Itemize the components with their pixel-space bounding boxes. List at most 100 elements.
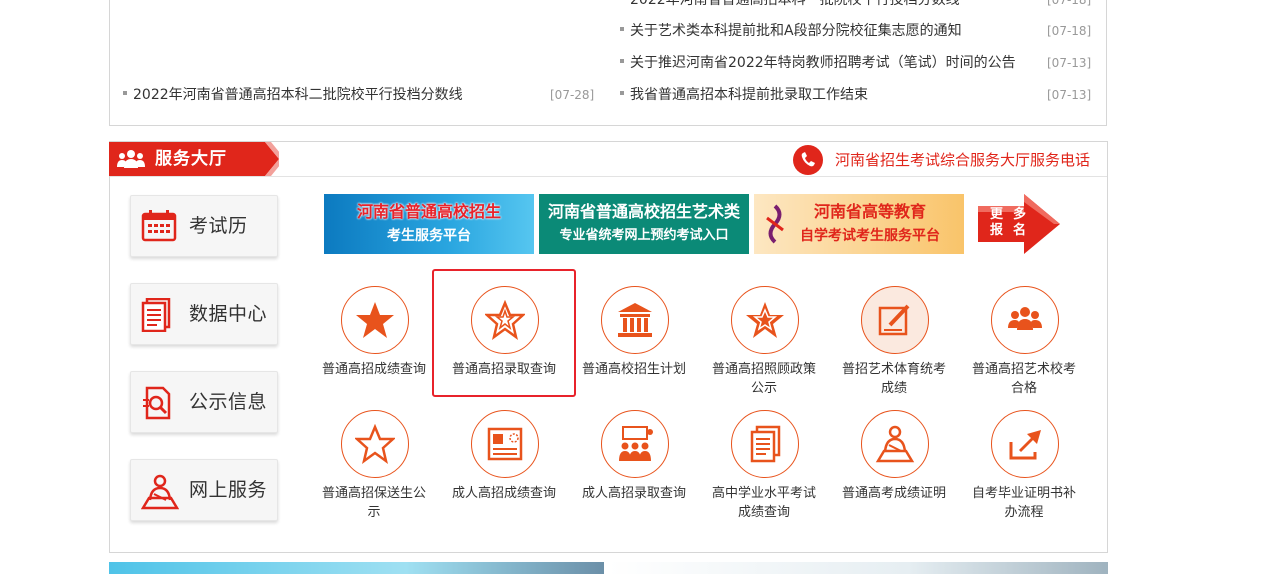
building-icon — [618, 303, 652, 337]
service-icon-circle — [861, 286, 929, 354]
service-person-icon — [141, 474, 179, 510]
bottom-banner-left[interactable] — [109, 562, 604, 574]
news-link[interactable]: 2022年河南省普通高招本科二批院校平行投档分数线 — [123, 85, 463, 105]
banner-subtitle: 自学考试考生服务平台 — [800, 228, 940, 244]
news-title: 2022年河南省普通高招本科一批院校平行投档分数线 — [630, 0, 960, 8]
side-menu-label: 公示信息 — [189, 391, 268, 413]
service-person-icon — [875, 425, 915, 463]
news-link[interactable]: 2022年河南省普通高招本科一批院校平行投档分数线 — [620, 0, 960, 10]
service-art-school-pass[interactable]: 普通高招艺术校考合格 — [966, 286, 1086, 402]
service-recommended-students[interactable]: 普通高招保送生公示 — [316, 410, 436, 526]
service-label: 高中学业水平考试成绩查询 — [711, 486, 816, 520]
side-menu-public-info[interactable]: 公示信息 — [130, 371, 278, 433]
service-icon-circle — [601, 286, 669, 354]
search-document-icon — [143, 386, 171, 420]
bullet — [123, 91, 127, 95]
service-icon-circle — [341, 410, 409, 478]
banner-title: 河南省普通高校招生艺术类 — [547, 202, 740, 221]
news-title: 关于艺术类本科提前批和A段部分院校征集志愿的通知 — [630, 23, 962, 39]
banner-self-study-exam[interactable]: 河南省高等教育 自学考试考生服务平台 — [754, 194, 964, 254]
service-label: 普通高考成绩证明 — [841, 486, 946, 501]
service-label: 普招艺术体育统考成绩 — [841, 362, 946, 396]
banner-student-service-platform[interactable]: 河南省普通高校招生 考生服务平台 — [324, 194, 534, 254]
service-adult-score-query[interactable]: 成人高招成绩查询 — [446, 410, 566, 526]
star-outline-icon — [355, 424, 395, 464]
service-hall-title: 服务大厅 — [155, 149, 227, 169]
document-stack-icon — [750, 425, 781, 463]
service-icon-circle — [471, 286, 539, 354]
star-badge-icon — [746, 302, 784, 338]
service-icon-circle — [601, 410, 669, 478]
service-icon-circle — [861, 410, 929, 478]
service-label: 普通高招成绩查询 — [321, 362, 426, 377]
service-admission-query[interactable]: 普通高招录取查询 — [446, 286, 566, 402]
service-score-certificate[interactable]: 普通高考成绩证明 — [836, 410, 956, 526]
service-phone[interactable]: 河南省招生考试综合服务大厅服务电话 — [793, 145, 1093, 175]
news-link[interactable]: 关于艺术类本科提前批和A段部分院校征集志愿的通知 — [620, 21, 962, 41]
service-policy-publicity[interactable]: 普通高招照顾政策公示 — [706, 286, 826, 402]
news-date: [07-13] — [1047, 88, 1092, 102]
news-date: [07-18] — [1047, 0, 1092, 7]
share-arrow-icon — [1009, 430, 1041, 460]
side-menu-exam-calendar[interactable]: 考试历 — [130, 195, 278, 257]
more-registration-button[interactable]: 更多 报名 — [978, 194, 1062, 254]
service-label: 自考毕业证明书补办流程 — [971, 486, 1076, 520]
edit-icon — [878, 304, 910, 336]
star-outline-icon — [485, 300, 525, 340]
service-icon-circle — [991, 410, 1059, 478]
banner-title: 河南省普通高校招生 — [356, 202, 501, 221]
service-icon-circle — [731, 286, 799, 354]
service-label: 普通高招录取查询 — [451, 362, 556, 377]
news-link[interactable]: 关于推迟河南省2022年特岗教师招聘考试（笔试）时间的公告 — [620, 53, 1016, 73]
service-label: 普通高校招生计划 — [581, 362, 686, 377]
service-label: 普通高招照顾政策公示 — [711, 362, 816, 396]
news-link[interactable]: 我省普通高招本科提前批录取工作结束 — [620, 85, 868, 105]
service-enrollment-plan[interactable]: 普通高校招生计划 — [576, 286, 696, 402]
certificate-icon — [487, 427, 523, 461]
service-label: 成人高招成绩查询 — [451, 486, 556, 501]
service-score-query[interactable]: 普通高招成绩查询 — [316, 286, 436, 402]
news-date: [07-13] — [1047, 56, 1092, 70]
people-icon — [117, 150, 145, 168]
more-label: 报名 — [990, 223, 1037, 238]
banner-art-exam-booking[interactable]: 河南省普通高校招生艺术类 专业省统考网上预约考试入口 — [539, 194, 749, 254]
service-icon-circle — [471, 410, 539, 478]
service-diploma-reissue[interactable]: 自考毕业证明书补办流程 — [966, 410, 1086, 526]
service-icon-circle — [341, 286, 409, 354]
side-menu-online-service[interactable]: 网上服务 — [130, 459, 278, 521]
news-date: [07-18] — [1047, 24, 1092, 38]
news-date: [07-28] — [550, 88, 595, 102]
bullet — [620, 27, 624, 31]
more-label: 更多 — [990, 207, 1037, 222]
side-menu-label: 考试历 — [189, 215, 248, 237]
banner-subtitle: 考生服务平台 — [387, 228, 471, 244]
news-title: 我省普通高招本科提前批录取工作结束 — [630, 87, 868, 103]
service-adult-admission-query[interactable]: 成人高招录取查询 — [576, 410, 696, 526]
service-hall-tab: 服务大厅 — [109, 142, 279, 176]
service-label: 成人高招录取查询 — [581, 486, 686, 501]
service-icon-circle — [991, 286, 1059, 354]
side-menu-data-center[interactable]: 数据中心 — [130, 283, 278, 345]
banner-title: 河南省高等教育 — [813, 202, 926, 221]
news-title: 关于推迟河南省2022年特岗教师招聘考试（笔试）时间的公告 — [630, 55, 1016, 71]
phone-label: 河南省招生考试综合服务大厅服务电话 — [835, 151, 1091, 169]
service-art-sports-score[interactable]: 普招艺术体育统考成绩 — [836, 286, 956, 402]
bullet — [620, 91, 624, 95]
phone-icon — [793, 145, 823, 175]
side-menu-label: 网上服务 — [189, 479, 268, 501]
service-icon-circle — [731, 410, 799, 478]
bottom-banner-right[interactable] — [608, 562, 1108, 574]
document-stack-icon — [141, 298, 171, 332]
side-menu-label: 数据中心 — [189, 303, 268, 325]
calendar-icon — [141, 210, 177, 242]
service-label: 普通高招保送生公示 — [321, 486, 426, 520]
service-academic-level-score[interactable]: 高中学业水平考试成绩查询 — [706, 410, 826, 526]
meeting-icon — [619, 426, 653, 461]
service-label: 普通高招艺术校考合格 — [971, 362, 1076, 396]
banner-subtitle: 专业省统考网上预约考试入口 — [559, 228, 729, 243]
news-title: 2022年河南省普通高招本科二批院校平行投档分数线 — [133, 87, 463, 103]
service-hall-panel: 服务大厅 河南省招生考试综合服务大厅服务电话 考试历 数据中心 公示信息 网上服… — [109, 141, 1108, 553]
bullet — [620, 59, 624, 63]
star-filled-icon — [356, 302, 394, 338]
group-icon — [1008, 307, 1042, 330]
